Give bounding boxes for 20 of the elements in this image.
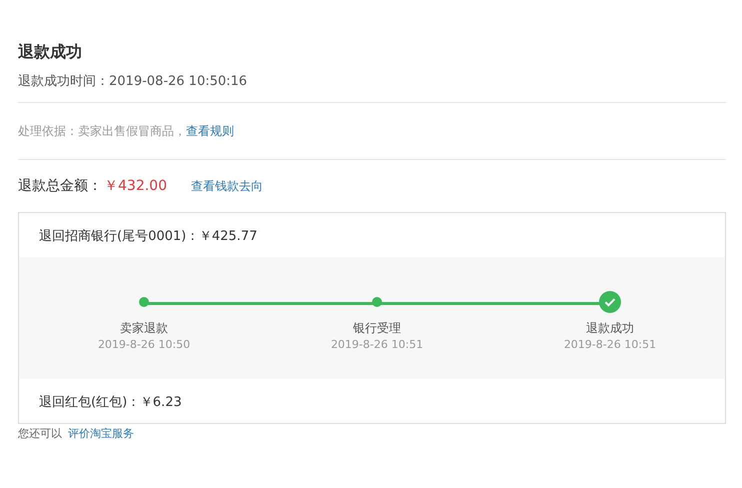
review-link[interactable]: 评价淘宝服务: [68, 427, 134, 440]
refund-line: 退回招商银行(尾号0001) : ￥425.77: [38, 228, 258, 246]
total-label: 退款总金额：: [18, 177, 102, 196]
rules-link[interactable]: 查看规则: [186, 124, 234, 138]
refund-line: 退回红包(红包) : ￥6.23: [38, 394, 183, 412]
step-label: 卖家退款: [120, 320, 168, 337]
total-amount: ￥432.00: [104, 177, 167, 196]
basis-text: 处理依据：卖家出售假冒商品，: [18, 124, 186, 138]
step-label: 退款成功: [586, 320, 634, 337]
footer-text: 您还可以: [18, 427, 62, 440]
page-title: 退款成功: [18, 41, 83, 63]
step-label: 银行受理: [353, 320, 401, 337]
step-time: 2019-8-26 10:51: [564, 337, 656, 353]
step-dot: [372, 297, 382, 307]
check-icon: [599, 291, 621, 313]
success-time: 退款成功时间：2019-08-26 10:50:16: [18, 73, 248, 91]
step-time: 2019-8-26 10:51: [330, 337, 424, 353]
step-dot: [139, 297, 149, 307]
step-time: 2019-8-26 10:50: [98, 337, 190, 353]
money-flow-link[interactable]: 查看钱款去向: [191, 174, 263, 198]
